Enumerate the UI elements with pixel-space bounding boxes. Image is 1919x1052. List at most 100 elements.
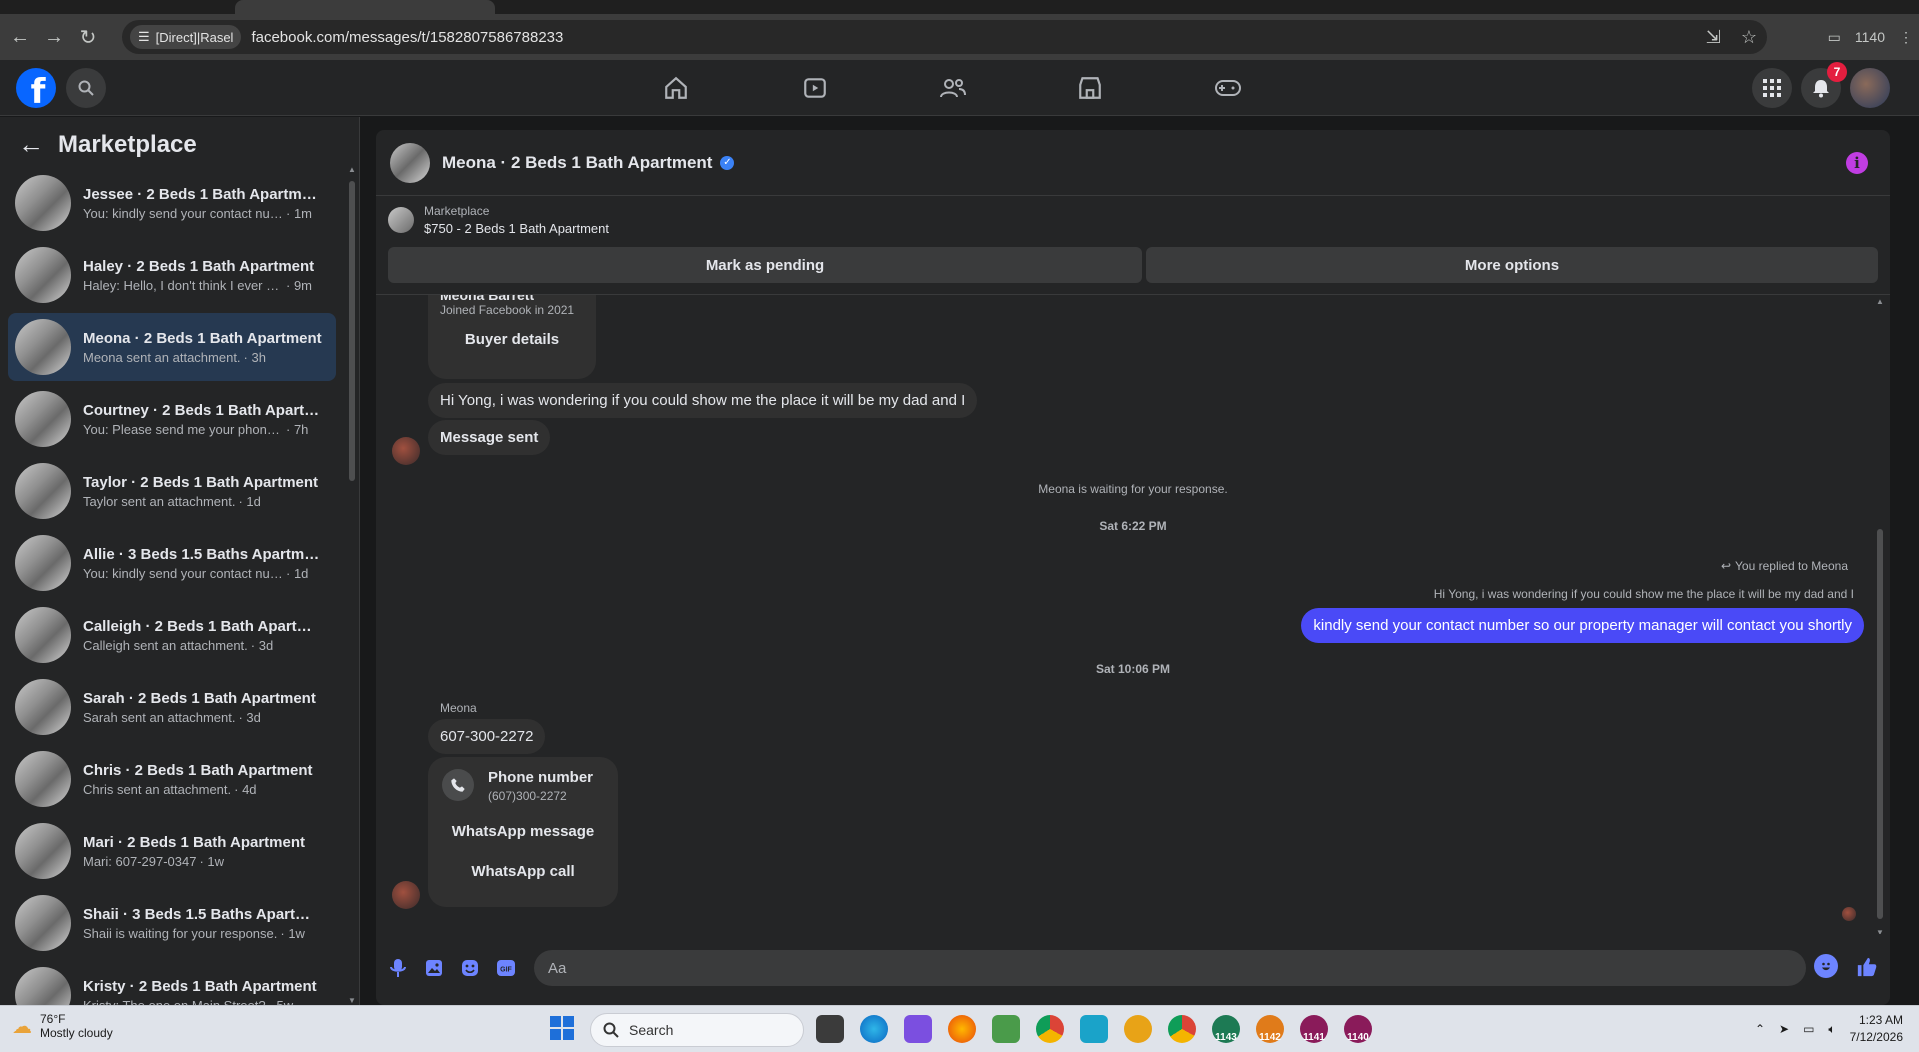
notifications-bell-icon[interactable]: 7: [1801, 62, 1847, 108]
conversation-item[interactable]: Taylor · 2 Beds 1 Bath Apartment Taylor s…: [8, 457, 336, 525]
conversation-time: · 1d: [238, 493, 261, 509]
sender-avatar[interactable]: [392, 881, 420, 909]
chrome-icon[interactable]: [1036, 1015, 1064, 1043]
photo-icon[interactable]: [420, 954, 448, 982]
microphone-icon[interactable]: [384, 954, 412, 982]
conversation-preview: Sarah sent an attachment.: [83, 709, 236, 725]
conversation-preview: You: kindly send your contact num...: [83, 565, 283, 581]
taskbar-search[interactable]: Search: [590, 1013, 804, 1047]
system-tray: ⌃ ➤ ▭ 🔈︎ 1:23 AM 7/12/2026: [1755, 1012, 1903, 1046]
friends-icon[interactable]: [925, 70, 981, 106]
listing-thumbnail: [15, 751, 71, 807]
menu-kebab-icon[interactable]: ⋮: [1899, 29, 1913, 46]
snipping-tool-icon[interactable]: [904, 1015, 932, 1043]
location-icon[interactable]: ➤: [1779, 1022, 1789, 1036]
marketplace-icon[interactable]: [1062, 70, 1118, 106]
tune-icon: ☰: [138, 29, 150, 44]
menu-grid-icon[interactable]: [1752, 68, 1792, 108]
chevron-up-icon[interactable]: ⌃: [1755, 1022, 1765, 1036]
reload-icon[interactable]: ↻: [68, 17, 108, 57]
taskbar-app-1142[interactable]: 1142: [1256, 1015, 1284, 1043]
outgoing-message[interactable]: kindly send your contact number so our p…: [1301, 608, 1864, 643]
conversation-item[interactable]: Shaii · 3 Beds 1.5 Baths Apartment Shaii …: [8, 889, 336, 957]
sticker-icon[interactable]: [456, 954, 484, 982]
clock[interactable]: 1:23 AM 7/12/2026: [1850, 1012, 1903, 1046]
more-options-button[interactable]: More options: [1146, 247, 1878, 283]
conversation-item[interactable]: Courtney · 2 Beds 1 Bath Apartm... You: P…: [8, 385, 336, 453]
conversation-item[interactable]: Calleigh · 2 Beds 1 Bath Apartme... Calle…: [8, 601, 336, 669]
sidebar-scroll-thumb[interactable]: [349, 181, 355, 481]
weather-widget[interactable]: ☁ 76°F Mostly cloudy: [12, 1012, 113, 1040]
chat-avatar[interactable]: [390, 142, 430, 183]
conversation-item[interactable]: Meona · 2 Beds 1 Bath Apartment Meona sen…: [8, 313, 336, 381]
taskbar-app-1140[interactable]: 1140: [1344, 1015, 1372, 1043]
thread-scroll-thumb[interactable]: [1877, 529, 1883, 919]
verified-check-icon: ✓: [720, 155, 735, 170]
message-thread: Meona Barrett Joined Facebook in 2021 Bu…: [376, 294, 1890, 934]
message-sent-bubble[interactable]: Message sent: [428, 420, 551, 455]
sender-avatar[interactable]: [392, 437, 420, 465]
site-info-chip[interactable]: ☰ [Direct]|Rasel: [130, 25, 242, 49]
sender-name: Meona: [440, 701, 477, 715]
conversation-item[interactable]: Allie · 3 Beds 1.5 Baths Apartment You: k…: [8, 529, 336, 597]
buyer-details-button[interactable]: Buyer details: [428, 331, 596, 348]
bookmark-star-icon[interactable]: ☆: [1741, 27, 1757, 48]
video-icon[interactable]: [787, 70, 843, 106]
conversation-item[interactable]: Mari · 2 Beds 1 Bath Apartment Mari: 607-…: [8, 817, 336, 885]
waiting-notice: Meona is waiting for your response.: [1038, 482, 1228, 496]
whatsapp-call-button[interactable]: WhatsApp call: [428, 863, 618, 880]
task-view-icon[interactable]: [816, 1015, 844, 1043]
incoming-message[interactable]: 607-300-2272: [428, 719, 546, 754]
clock-time: 1:23 AM: [1858, 1013, 1903, 1027]
message-input[interactable]: [534, 950, 1806, 986]
reply-arrow-icon: ↩: [1720, 559, 1732, 573]
listing-summary[interactable]: Marketplace $750 - 2 Beds 1 Bath Apartme…: [388, 204, 609, 236]
thumbs-up-icon[interactable]: [1854, 954, 1880, 980]
cast-icon[interactable]: ▭: [1828, 29, 1841, 46]
taskbar-app-1143[interactable]: 1143: [1212, 1015, 1240, 1043]
facebook-logo-icon[interactable]: f: [16, 68, 56, 108]
edge-icon[interactable]: [860, 1015, 888, 1043]
quoted-message[interactable]: Hi Yong, i was wondering if you could sh…: [1434, 587, 1854, 601]
chrome-icon[interactable]: [1168, 1015, 1196, 1043]
app-icon[interactable]: [992, 1015, 1020, 1043]
sidebar-scrollbar[interactable]: ▲ ▼: [348, 165, 356, 1005]
back-arrow-icon[interactable]: ←: [18, 129, 44, 160]
conversation-preview: Calleigh sent an attachment.: [83, 637, 248, 653]
conversation-item[interactable]: Jessee · 2 Beds 1 Bath Apartment You: kin…: [8, 169, 336, 237]
volume-icon[interactable]: 🔈︎: [1828, 1022, 1835, 1037]
account-avatar[interactable]: [1850, 68, 1890, 108]
conversation-item[interactable]: Sarah · 2 Beds 1 Bath Apartment Sarah sen…: [8, 673, 336, 741]
address-bar[interactable]: ☰ [Direct]|Rasel facebook.com/messages/t…: [122, 20, 1767, 54]
firefox-icon[interactable]: [948, 1015, 976, 1043]
facebook-header: f 7: [0, 60, 1919, 116]
conversation-item[interactable]: Chris · 2 Beds 1 Bath Apartment Chris sen…: [8, 745, 336, 813]
incoming-message[interactable]: Hi Yong, i was wondering if you could sh…: [428, 383, 978, 418]
conversation-preview: You: kindly send your contact num...: [83, 205, 283, 221]
profile-label[interactable]: 1140: [1855, 29, 1885, 45]
gaming-icon[interactable]: [1200, 70, 1256, 106]
emoji-icon[interactable]: [1814, 954, 1838, 978]
conversation-item[interactable]: Haley · 2 Beds 1 Bath Apartment Haley: He…: [8, 241, 336, 309]
listing-thumbnail: [15, 607, 71, 663]
gif-icon[interactable]: GIF: [492, 954, 520, 982]
thread-scrollbar[interactable]: ▲ ▼: [1876, 297, 1884, 934]
url-text[interactable]: facebook.com/messages/t/1582807586788233: [251, 29, 563, 46]
app-icon[interactable]: [1080, 1015, 1108, 1043]
windows-start-icon[interactable]: [549, 1015, 577, 1043]
active-tab[interactable]: [235, 0, 495, 14]
search-icon[interactable]: [66, 68, 106, 108]
whatsapp-message-button[interactable]: WhatsApp message: [428, 823, 618, 840]
network-icon[interactable]: ▭: [1803, 1022, 1814, 1036]
info-icon[interactable]: i: [1846, 152, 1868, 174]
taskbar-app-1141[interactable]: 1141: [1300, 1015, 1328, 1043]
chat-title[interactable]: Meona · 2 Beds 1 Bath Apartment: [442, 153, 712, 173]
conversation-preview: Mari: 607-297-0347: [83, 853, 197, 869]
home-icon[interactable]: [648, 70, 704, 106]
app-icon[interactable]: [1124, 1015, 1152, 1043]
install-icon[interactable]: ⇲: [1706, 27, 1721, 48]
conversation-preview: Meona sent an attachment.: [83, 349, 241, 365]
mark-as-pending-button[interactable]: Mark as pending: [388, 247, 1142, 283]
listing-thumbnail: [15, 679, 71, 735]
conversation-preview: Shaii is waiting for your response.: [83, 925, 278, 941]
